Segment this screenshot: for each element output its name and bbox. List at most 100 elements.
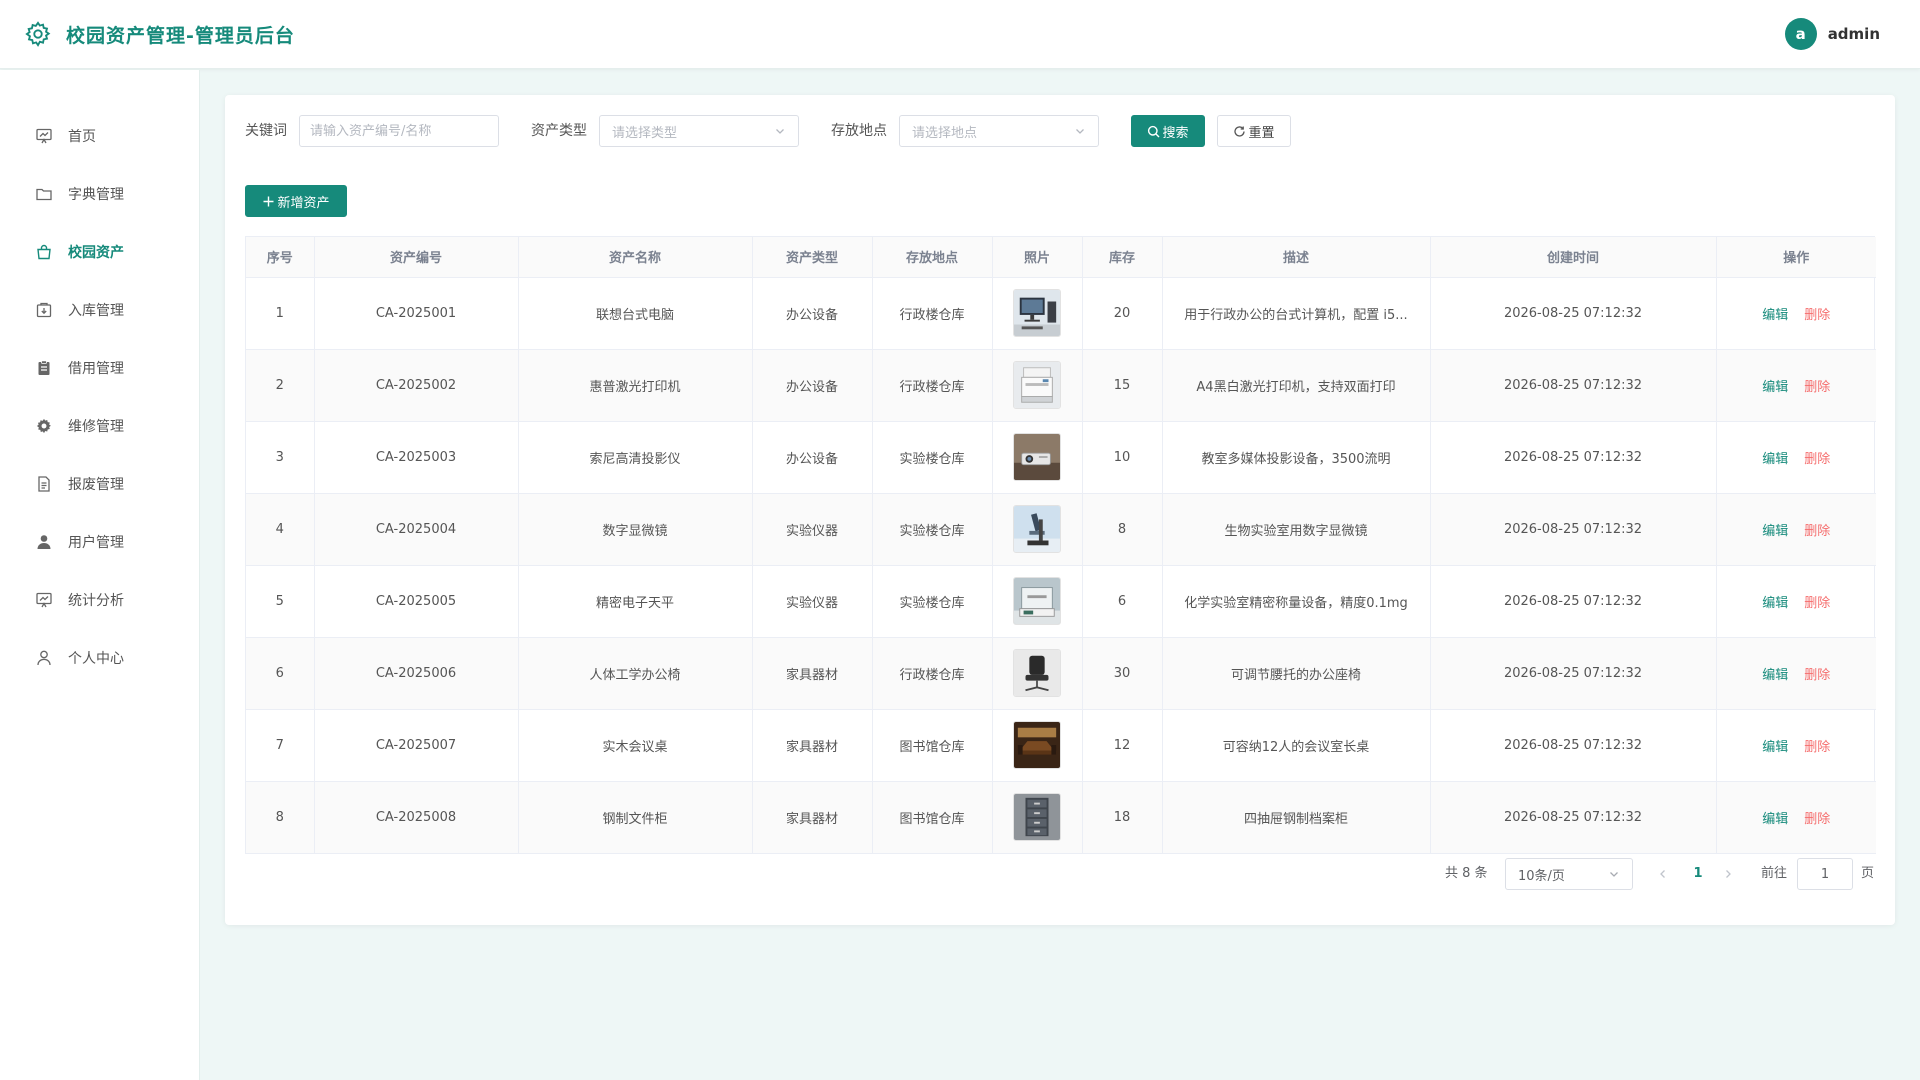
delete-button[interactable]: 删除 <box>1804 668 1830 683</box>
delete-button[interactable]: 删除 <box>1804 452 1830 467</box>
cell-created: 2026-08-25 07:12:32 <box>1430 277 1717 350</box>
cell-description: 用于行政办公的台式计算机，配置 i5... <box>1162 277 1431 350</box>
cell-code: CA-2025003 <box>314 421 519 494</box>
goto-page-input[interactable] <box>1797 858 1853 890</box>
asset-photo-desktop-computer[interactable] <box>1013 289 1061 337</box>
username[interactable]: admin <box>1828 25 1880 43</box>
cell-code: CA-2025004 <box>314 493 519 566</box>
sidebar-item-borrow[interactable]: 借用管理 <box>0 348 200 388</box>
table-row: 7 CA-2025007 实木会议桌 家具器材 图书馆仓库 12 可容纳12人的… <box>246 709 1876 782</box>
asset-photo-microscope[interactable] <box>1013 505 1061 553</box>
page-size-value: 10条/页 <box>1518 868 1565 884</box>
type-label: 资产类型 <box>531 123 587 139</box>
user-menu[interactable]: a admin <box>1784 18 1880 50</box>
pagination-total: 共 8 条 <box>1445 866 1488 881</box>
sidebar-item-dictionary[interactable]: 字典管理 <box>0 174 200 214</box>
cell-stock: 20 <box>1082 277 1163 350</box>
cell-description: 可调节腰托的办公座椅 <box>1162 637 1431 710</box>
chevron-down-icon <box>1608 868 1620 880</box>
cell-type: 实验仪器 <box>752 565 873 638</box>
cell-code: CA-2025002 <box>314 349 519 422</box>
table-row: 5 CA-2025005 精密电子天平 实验仪器 实验楼仓库 6 化学实验室精密… <box>246 565 1876 638</box>
cell-stock: 18 <box>1082 781 1163 854</box>
cell-created: 2026-08-25 07:12:32 <box>1430 493 1717 566</box>
asset-photo-file-cabinet[interactable] <box>1013 793 1061 841</box>
type-select-placeholder: 请选择类型 <box>612 125 678 141</box>
edit-button[interactable]: 编辑 <box>1762 524 1788 539</box>
sidebar-item-label: 报废管理 <box>68 477 124 493</box>
cell-stock: 30 <box>1082 637 1163 710</box>
folder-icon <box>35 185 53 203</box>
sidebar-item-users[interactable]: 用户管理 <box>0 522 200 562</box>
app-title: 校园资产管理-管理员后台 <box>66 24 295 47</box>
chevron-down-icon <box>1074 125 1086 137</box>
edit-button[interactable]: 编辑 <box>1762 452 1788 467</box>
cell-created: 2026-08-25 07:12:32 <box>1430 781 1717 854</box>
sidebar-item-campus-assets[interactable]: 校园资产 <box>0 232 200 272</box>
delete-button[interactable]: 删除 <box>1804 740 1830 755</box>
sidebar-item-scrap[interactable]: 报废管理 <box>0 464 200 504</box>
sidebar-item-label: 字典管理 <box>68 187 124 203</box>
column-header: 资产名称 <box>518 237 753 278</box>
cell-code: CA-2025007 <box>314 709 519 782</box>
table-row: 1 CA-2025001 联想台式电脑 办公设备 行政楼仓库 20 用于行政办公… <box>246 277 1876 350</box>
delete-button[interactable]: 删除 <box>1804 596 1830 611</box>
asset-photo-printer[interactable] <box>1013 361 1061 409</box>
asset-photo-office-chair[interactable] <box>1013 649 1061 697</box>
cell-stock: 12 <box>1082 709 1163 782</box>
cell-index: 5 <box>246 565 315 638</box>
cell-created: 2026-08-25 07:12:32 <box>1430 349 1717 422</box>
add-asset-button[interactable]: 新增资产 <box>245 185 347 217</box>
sidebar-item-inbound[interactable]: 入库管理 <box>0 290 200 330</box>
next-page-button[interactable] <box>1722 868 1734 880</box>
sidebar-item-label: 维修管理 <box>68 419 124 435</box>
edit-button[interactable]: 编辑 <box>1762 380 1788 395</box>
sidebar-item-statistics[interactable]: 统计分析 <box>0 580 200 620</box>
cell-type: 家具器材 <box>752 709 873 782</box>
search-button[interactable]: 搜索 <box>1131 115 1205 147</box>
delete-button[interactable]: 删除 <box>1804 812 1830 827</box>
sidebar-item-repair[interactable]: 维修管理 <box>0 406 200 446</box>
keyword-input[interactable] <box>299 115 499 147</box>
cell-actions: 编辑 删除 <box>1716 565 1876 638</box>
top-header: 校园资产管理-管理员后台 a admin <box>0 0 1920 69</box>
inbox-icon <box>35 301 53 319</box>
cell-actions: 编辑 删除 <box>1716 349 1876 422</box>
sidebar-item-profile[interactable]: 个人中心 <box>0 638 200 678</box>
sidebar: 首页 字典管理 校园资产 入库管理 借用管理 维修管理 报废管理 用户管理 统计… <box>0 70 200 1080</box>
type-select[interactable]: 请选择类型 <box>599 115 799 147</box>
reset-button[interactable]: 重置 <box>1217 115 1291 147</box>
delete-button[interactable]: 删除 <box>1804 524 1830 539</box>
gear-icon <box>35 417 53 435</box>
cell-actions: 编辑 删除 <box>1716 637 1876 710</box>
cell-photo <box>992 565 1083 638</box>
cell-description: A4黑白激光打印机，支持双面打印 <box>1162 349 1431 422</box>
sidebar-item-home[interactable]: 首页 <box>0 116 200 156</box>
cell-photo <box>992 781 1083 854</box>
delete-button[interactable]: 删除 <box>1804 308 1830 323</box>
sidebar-item-label: 统计分析 <box>68 593 124 609</box>
table-row: 3 CA-2025003 索尼高清投影仪 办公设备 实验楼仓库 10 教室多媒体… <box>246 421 1876 494</box>
sidebar-item-label: 校园资产 <box>68 245 124 261</box>
asset-photo-meeting-table[interactable] <box>1013 721 1061 769</box>
table-header-row: 序号 资产编号 资产名称 资产类型 存放地点 照片 库存 描述 创建时间 操作 <box>246 237 1876 278</box>
prev-page-button[interactable] <box>1657 868 1669 880</box>
asset-photo-balance[interactable] <box>1013 577 1061 625</box>
avatar[interactable]: a <box>1784 18 1817 50</box>
edit-button[interactable]: 编辑 <box>1762 812 1788 827</box>
column-header: 库存 <box>1082 237 1163 278</box>
edit-button[interactable]: 编辑 <box>1762 740 1788 755</box>
asset-photo-projector[interactable] <box>1013 433 1061 481</box>
edit-button[interactable]: 编辑 <box>1762 668 1788 683</box>
cell-location: 行政楼仓库 <box>872 349 993 422</box>
edit-button[interactable]: 编辑 <box>1762 308 1788 323</box>
page-number-current[interactable]: 1 <box>1690 858 1706 890</box>
location-select[interactable]: 请选择地点 <box>899 115 1099 147</box>
page-size-select[interactable]: 10条/页 <box>1505 858 1633 890</box>
chart-board-icon <box>35 127 53 145</box>
sidebar-item-label: 首页 <box>68 129 96 145</box>
column-header: 描述 <box>1162 237 1431 278</box>
edit-button[interactable]: 编辑 <box>1762 596 1788 611</box>
delete-button[interactable]: 删除 <box>1804 380 1830 395</box>
cell-stock: 15 <box>1082 349 1163 422</box>
